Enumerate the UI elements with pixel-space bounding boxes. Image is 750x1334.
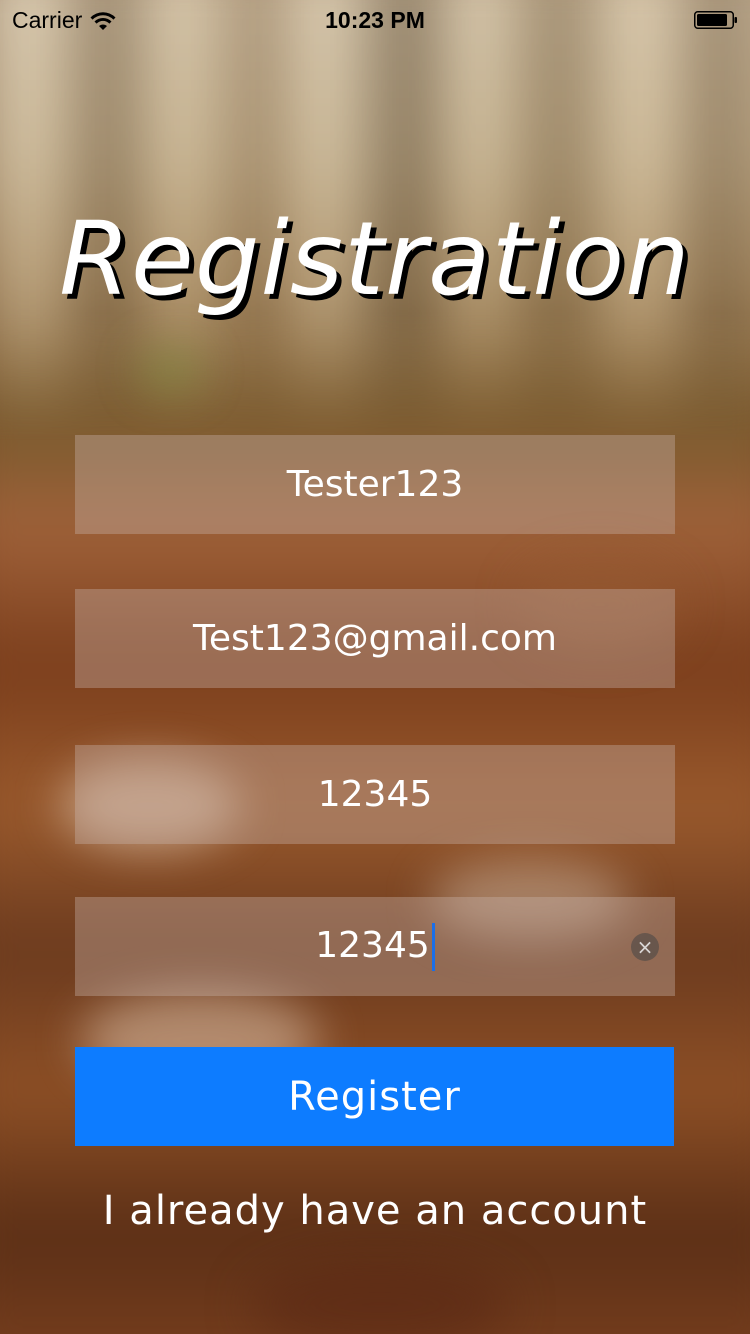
already-have-account-link[interactable]: I already have an account xyxy=(0,1188,750,1234)
register-button[interactable]: Register xyxy=(75,1047,674,1146)
status-bar: Carrier 10:23 PM xyxy=(0,0,750,40)
confirm-password-field[interactable]: 12345 × xyxy=(75,897,675,996)
password-value: 12345 xyxy=(317,774,433,815)
text-caret xyxy=(431,922,435,971)
confirm-password-value: 12345 xyxy=(315,922,435,971)
email-field[interactable]: Test123@gmail.com xyxy=(75,589,675,688)
password-field[interactable]: 12345 xyxy=(75,745,675,844)
clear-icon[interactable]: × xyxy=(631,932,659,961)
page-title: Registration xyxy=(59,200,691,319)
username-value: Tester123 xyxy=(286,464,464,505)
email-value: Test123@gmail.com xyxy=(193,618,557,659)
username-field[interactable]: Tester123 xyxy=(75,435,675,534)
battery-icon xyxy=(694,11,737,29)
clock: 10:23 PM xyxy=(325,7,425,33)
